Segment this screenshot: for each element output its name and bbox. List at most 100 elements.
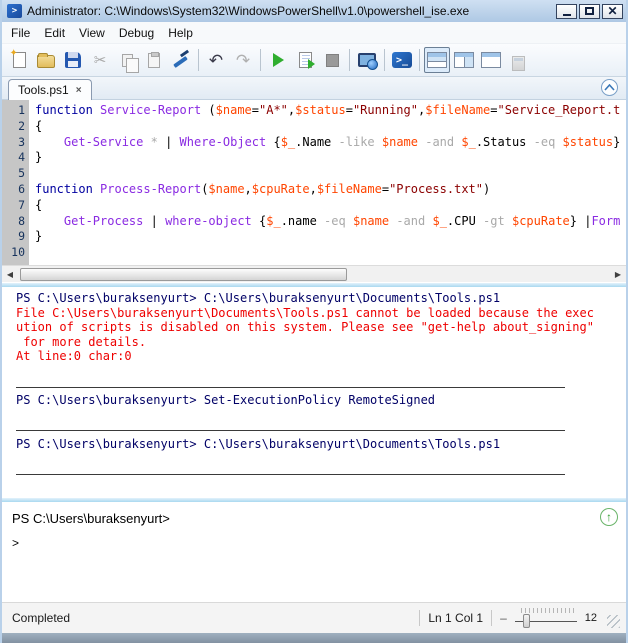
undo-icon: ↶ [208, 50, 224, 70]
zoom-ticks [520, 608, 577, 613]
line-number: 8 [18, 213, 25, 228]
new-remote-powershell-tab-button[interactable] [354, 47, 380, 73]
maximize-icon [585, 7, 594, 15]
cut-icon: ✂ [93, 51, 107, 69]
code-line: Get-Service * | Where-Object {$_.Name -l… [63, 134, 621, 149]
split-top-icon [427, 52, 447, 68]
line-number: 5 [18, 166, 25, 181]
script-pane-maximized-button[interactable] [478, 47, 504, 73]
output-error-line: ution of scripts is disabled on this sys… [16, 320, 594, 335]
arrow-up-icon: ↑ [606, 510, 612, 524]
toolbar-separator [384, 49, 385, 71]
clear-output-pane-button[interactable] [168, 47, 194, 73]
editor-horizontal-scrollbar[interactable]: ◀ ▶ [2, 265, 626, 282]
window-bottom-frame [2, 633, 626, 643]
code-area[interactable]: function Service-Report ($name="A*",$sta… [29, 100, 626, 265]
new-script-button[interactable]: ✦ [6, 47, 32, 73]
zoom-out-label[interactable]: – [500, 611, 507, 626]
script-editor: 1 2 3 4 5 6 7 8 9 10 function Service-Report ($na… [2, 100, 626, 282]
script-pane-toggle-icon [511, 55, 525, 71]
run-script-button[interactable] [265, 47, 291, 73]
toolbar-separator [419, 49, 420, 71]
undo-button[interactable]: ↶ [203, 47, 229, 73]
output-prompt-line: PS C:\Users\buraksenyurt> C:\Users\burak… [16, 291, 501, 305]
line-number: 10 [11, 245, 25, 260]
status-separator [419, 610, 421, 626]
clear-pane-icon [172, 49, 190, 69]
scroll-left-arrow-icon[interactable]: ◀ [2, 267, 18, 282]
powershell-icon: >_ [392, 52, 412, 68]
save-button[interactable] [60, 47, 86, 73]
script-pane-top-button[interactable] [424, 47, 450, 73]
output-error-line: At line:0 char:0 [16, 349, 132, 364]
maximize-button[interactable] [579, 3, 600, 19]
line-number: 4 [18, 150, 25, 165]
toolbar-separator [260, 49, 261, 71]
command-pane[interactable]: PS C:\Users\buraksenyurt> ↑ > [2, 503, 626, 602]
output-pane[interactable]: PS C:\Users\buraksenyurt> C:\Users\burak… [2, 288, 626, 497]
code-line: function Service-Report ($name="A*",$sta… [35, 103, 621, 117]
powershell-ise-window: > Administrator: C:\Windows\System32\Win… [0, 0, 628, 643]
app-icon: > [7, 4, 22, 18]
zoom-value: 12 [584, 611, 597, 624]
script-pane-right-button[interactable] [451, 47, 477, 73]
cursor-position: Ln 1 Col 1 [428, 611, 484, 625]
resize-grip[interactable] [607, 615, 620, 628]
menu-item-view[interactable]: View [72, 23, 112, 43]
menu-item-debug[interactable]: Debug [112, 23, 161, 43]
collapse-script-pane-button[interactable] [601, 79, 618, 96]
start-powershell-button[interactable]: >_ [389, 47, 415, 73]
maximized-pane-icon [481, 52, 501, 68]
close-button[interactable]: ✕ [602, 3, 623, 19]
run-icon [272, 53, 284, 67]
tab-strip: Tools.ps1 × [2, 77, 626, 100]
code-line: { [35, 118, 43, 133]
zoom-slider-thumb[interactable] [522, 614, 530, 628]
redo-icon: ↷ [235, 50, 251, 70]
toolbar-separator [349, 49, 350, 71]
window-title: Administrator: C:\Windows\System32\Windo… [27, 4, 470, 18]
status-bar: Completed Ln 1 Col 1 – 12 [2, 602, 626, 633]
output-blank-line [16, 408, 626, 423]
title-bar[interactable]: > Administrator: C:\Windows\System32\Win… [2, 0, 626, 22]
paste-icon [148, 51, 160, 68]
copy-icon [121, 53, 139, 73]
output-blank-line [16, 452, 626, 467]
tab-close-icon[interactable]: × [76, 85, 82, 96]
minimize-icon [562, 13, 571, 16]
run-selection-button[interactable] [292, 47, 318, 73]
redo-button[interactable]: ↷ [230, 47, 256, 73]
menu-item-help[interactable]: Help [161, 23, 200, 43]
tab-tools-ps1[interactable]: Tools.ps1 × [8, 79, 92, 100]
scroll-right-arrow-icon[interactable]: ▶ [610, 267, 626, 282]
close-icon: ✕ [607, 4, 618, 18]
line-number: 9 [18, 229, 25, 244]
output-error-line: for more details. [16, 334, 147, 349]
output-pane-up-button[interactable]: ↑ [600, 508, 618, 526]
script-pane-toggle-button[interactable] [505, 47, 531, 73]
paste-button[interactable] [141, 47, 167, 73]
line-number: 7 [18, 197, 25, 212]
code-line: } [35, 229, 43, 244]
menu-item-edit[interactable]: Edit [37, 23, 72, 43]
cut-button[interactable]: ✂ [87, 47, 113, 73]
line-number: 2 [18, 118, 25, 133]
line-number: 1 [18, 103, 25, 117]
tab-label: Tools.ps1 [18, 83, 69, 97]
stop-button[interactable] [319, 47, 345, 73]
menu-item-file[interactable]: File [4, 23, 37, 43]
line-number: 3 [18, 134, 25, 149]
scrollbar-thumb[interactable] [20, 268, 347, 281]
open-folder-icon [37, 53, 55, 68]
output-divider-line [16, 466, 626, 481]
command-input-line[interactable]: > [12, 536, 618, 550]
copy-button[interactable] [114, 47, 140, 73]
open-script-button[interactable] [33, 47, 59, 73]
menu-bar: File Edit View Debug Help [2, 22, 626, 44]
minimize-button[interactable] [556, 3, 577, 19]
zoom-slider[interactable] [514, 608, 577, 628]
status-separator [491, 610, 493, 626]
output-prompt-line: PS C:\Users\buraksenyurt> C:\Users\burak… [16, 436, 501, 451]
